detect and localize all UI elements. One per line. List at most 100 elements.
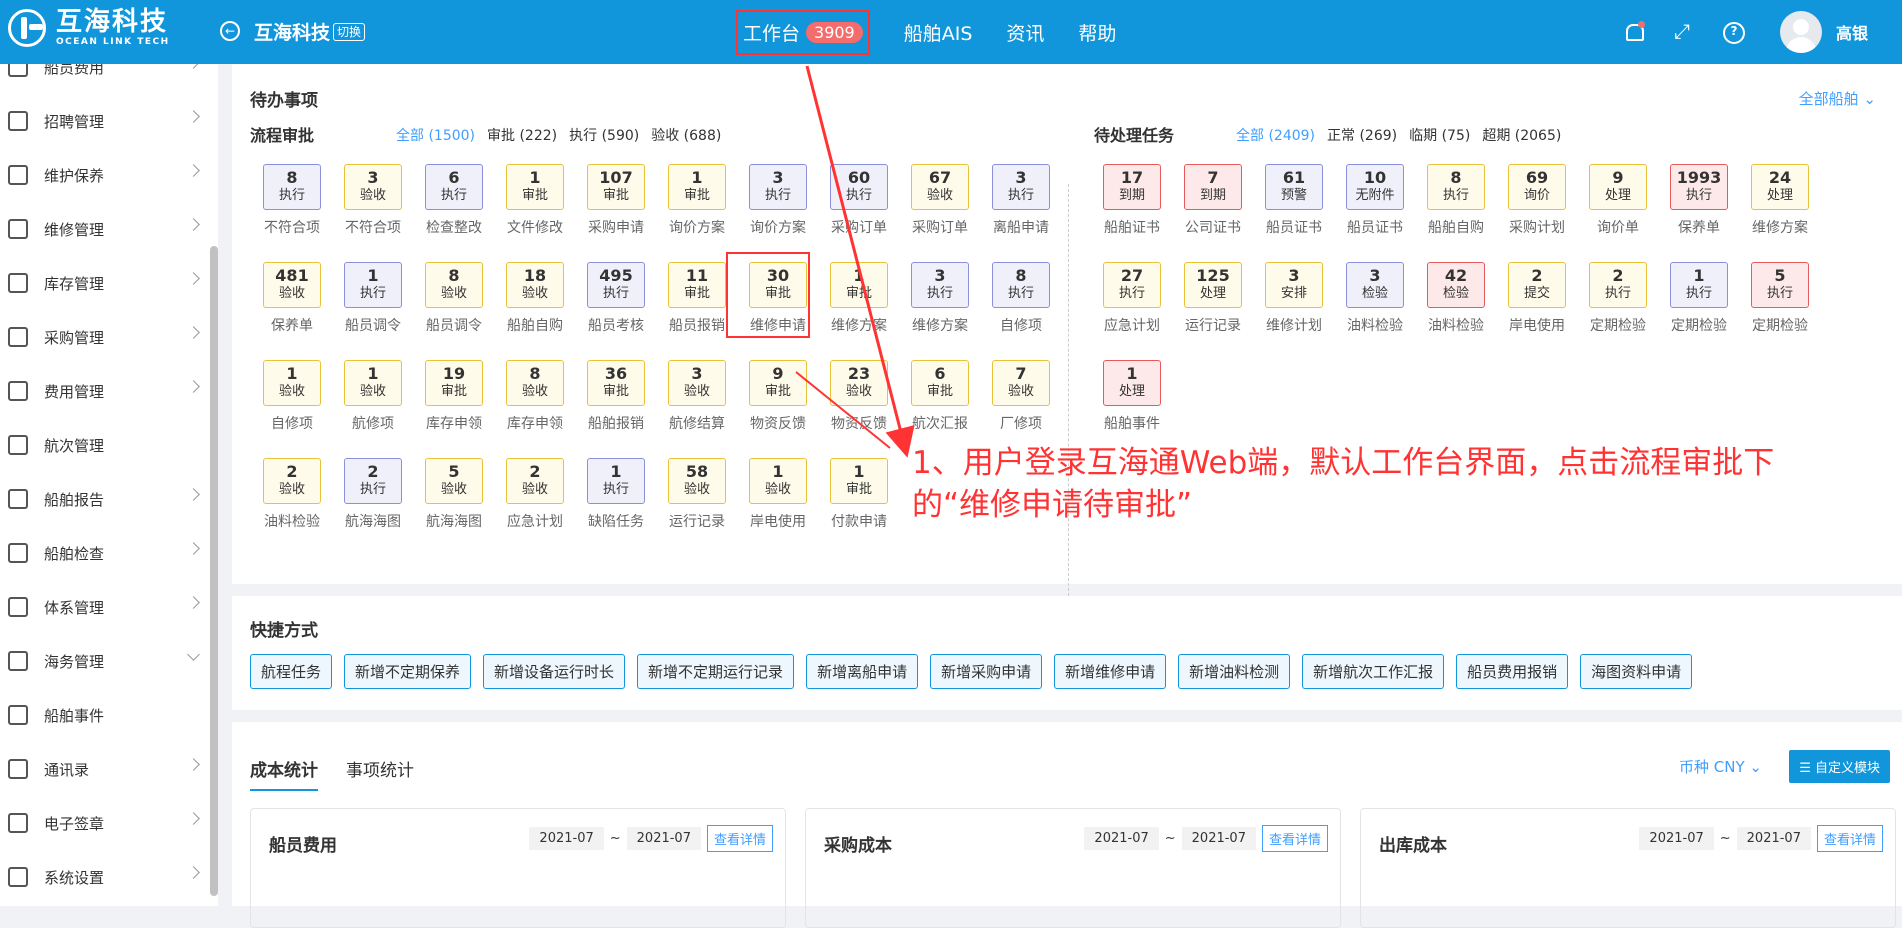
shortcut-button[interactable]: 新增离船申请	[806, 654, 919, 689]
todo-tile[interactable]: 67 验收 采购订单	[900, 164, 980, 262]
view-detail-button[interactable]: 查看详情	[1261, 825, 1328, 852]
todo-tile[interactable]: 3 验收 不符合项	[333, 164, 413, 262]
todo-tile[interactable]: 8 验收 船员调令	[414, 262, 494, 360]
date-from[interactable]: 2021-07	[1639, 827, 1714, 850]
sidebar-item[interactable]: 船舶报告	[0, 472, 210, 526]
todo-tile[interactable]: 36 审批 船舶报销	[576, 360, 656, 458]
todo-tile[interactable]: 1 审批 文件修改	[495, 164, 575, 262]
shortcut-button[interactable]: 新增维修申请	[1054, 654, 1167, 689]
view-detail-button[interactable]: 查看详情	[1816, 825, 1883, 852]
todo-tile[interactable]: 8 执行 不符合项	[252, 164, 332, 262]
sidebar-item[interactable]: 航次管理	[0, 418, 210, 472]
todo-tile[interactable]: 7 到期 公司证书	[1173, 164, 1253, 262]
sidebar-item[interactable]: 招聘管理	[0, 94, 210, 148]
todo-tile[interactable]: 1993 执行 保养单	[1659, 164, 1739, 262]
todo-tile[interactable]: 1 执行 船员调令	[333, 262, 413, 360]
switch-company-button[interactable]: 切换	[333, 23, 366, 41]
tab-cost-stats[interactable]: 成本统计	[250, 756, 318, 791]
todo-tile[interactable]: 2 执行 定期检验	[1578, 262, 1658, 360]
process-filter[interactable]: 执行 (590)	[569, 125, 639, 145]
avatar[interactable]	[1779, 11, 1822, 53]
shortcut-button[interactable]: 新增航次工作汇报	[1302, 654, 1445, 689]
todo-tile[interactable]: 495 执行 船员考核	[576, 262, 656, 360]
todo-tile[interactable]: 5 验收 航海海图	[414, 458, 494, 556]
todo-tile[interactable]: 2 验收 油料检验	[252, 458, 332, 556]
todo-tile[interactable]: 6 执行 检查整改	[414, 164, 494, 262]
todo-tile[interactable]: 61 预警 船员证书	[1254, 164, 1334, 262]
sidebar-item[interactable]: 系统设置	[0, 850, 210, 904]
user-name[interactable]: 高银	[1836, 20, 1868, 44]
view-detail-button[interactable]: 查看详情	[706, 825, 773, 852]
currency-select[interactable]: 币种 CNY ⌄	[1679, 756, 1762, 777]
todo-tile[interactable]: 3 安排 维修计划	[1254, 262, 1334, 360]
todo-tile[interactable]: 11 审批 船员报销	[657, 262, 737, 360]
task-filter[interactable]: 超期 (2065)	[1482, 125, 1561, 145]
todo-tile[interactable]: 19 审批 库存申领	[414, 360, 494, 458]
todo-tile[interactable]: 107 审批 采购申请	[576, 164, 656, 262]
process-filter[interactable]: 全部 (1500)	[396, 125, 475, 145]
todo-tile[interactable]: 1 审批 维修方案	[819, 262, 899, 360]
custom-module-button[interactable]: ☰ 自定义模块	[1789, 750, 1890, 783]
date-from[interactable]: 2021-07	[529, 827, 604, 850]
todo-tile[interactable]: 481 验收 保养单	[252, 262, 332, 360]
nav-news[interactable]: 资讯	[1006, 19, 1044, 46]
date-to[interactable]: 2021-07	[626, 827, 701, 850]
todo-tile[interactable]: 125 处理 运行记录	[1173, 262, 1253, 360]
todo-tile[interactable]: 5 执行 定期检验	[1740, 262, 1820, 360]
todo-tile[interactable]: 1 验收 航修项	[333, 360, 413, 458]
todo-tile[interactable]: 24 处理 维修方案	[1740, 164, 1820, 262]
todo-tile[interactable]: 10 无附件 船员证书	[1335, 164, 1415, 262]
todo-tile[interactable]: 1 验收 自修项	[252, 360, 332, 458]
shortcut-button[interactable]: 新增采购申请	[930, 654, 1043, 689]
todo-tile[interactable]: 60 执行 采购订单	[819, 164, 899, 262]
process-filter[interactable]: 审批 (222)	[487, 125, 557, 145]
shortcut-button[interactable]: 新增不定期保养	[344, 654, 472, 689]
todo-tile[interactable]: 58 验收 运行记录	[657, 458, 737, 556]
help-icon[interactable]	[1722, 21, 1745, 44]
sidebar-item[interactable]: 费用管理	[0, 364, 210, 418]
date-from[interactable]: 2021-07	[1084, 827, 1159, 850]
fullscreen-icon[interactable]	[1672, 19, 1694, 43]
sidebar-item[interactable]: 采购管理	[0, 310, 210, 364]
todo-tile[interactable]: 17 到期 船舶证书	[1092, 164, 1172, 262]
todo-tile[interactable]: 1 审批 付款申请	[819, 458, 899, 556]
sidebar-scrollbar[interactable]	[210, 246, 218, 896]
todo-tile[interactable]: 1 执行 定期检验	[1659, 262, 1739, 360]
todo-tile[interactable]: 1 审批 询价方案	[657, 164, 737, 262]
bell-icon[interactable]	[1622, 21, 1645, 43]
shortcut-button[interactable]: 新增设备运行时长	[483, 654, 626, 689]
todo-tile[interactable]: 1 执行 缺陷任务	[576, 458, 656, 556]
todo-tile[interactable]: 8 执行 船舶自购	[1416, 164, 1496, 262]
sidebar-item[interactable]: 船舶事件	[0, 688, 210, 742]
todo-tile[interactable]: 2 提交 岸电使用	[1497, 262, 1577, 360]
todo-tile[interactable]: 8 执行 自修项	[981, 262, 1061, 360]
task-filter[interactable]: 正常 (269)	[1327, 125, 1397, 145]
todo-tile[interactable]: 1 验收 岸电使用	[738, 458, 818, 556]
todo-tile[interactable]: 3 验收 航修结算	[657, 360, 737, 458]
todo-tile[interactable]: 27 执行 应急计划	[1092, 262, 1172, 360]
todo-tile[interactable]: 2 执行 航海海图	[333, 458, 413, 556]
sidebar-item[interactable]: 维修管理	[0, 202, 210, 256]
todo-tile[interactable]: 3 执行 询价方案	[738, 164, 818, 262]
sidebar-item[interactable]: 库存管理	[0, 256, 210, 310]
todo-tile[interactable]: 18 验收 船舶自购	[495, 262, 575, 360]
shortcut-button[interactable]: 新增油料检测	[1178, 654, 1291, 689]
sidebar-item[interactable]: 电子签章	[0, 796, 210, 850]
shortcut-button[interactable]: 船员费用报销	[1456, 654, 1569, 689]
todo-tile[interactable]: 9 审批 物资反馈	[738, 360, 818, 458]
shortcut-button[interactable]: 航程任务	[250, 654, 333, 689]
todo-tile[interactable]: 69 询价 采购计划	[1497, 164, 1577, 262]
sidebar-item[interactable]: 船舶检查	[0, 526, 210, 580]
todo-tile[interactable]: 23 验收 物资反馈	[819, 360, 899, 458]
todo-tile[interactable]: 2 验收 应急计划	[495, 458, 575, 556]
nav-workbench[interactable]: 工作台 3909	[736, 9, 870, 55]
sidebar-item[interactable]: 维护保养	[0, 148, 210, 202]
nav-help[interactable]: 帮助	[1078, 19, 1116, 46]
todo-tile[interactable]: 3 检验 油料检验	[1335, 262, 1415, 360]
todo-tile[interactable]: 3 执行 离船申请	[981, 164, 1061, 262]
sidebar-item[interactable]: 通讯录	[0, 742, 210, 796]
sidebar-item[interactable]: 海务管理	[0, 634, 210, 688]
todo-tile[interactable]: 42 检验 油料检验	[1416, 262, 1496, 360]
task-filter[interactable]: 全部 (2409)	[1236, 125, 1315, 145]
all-ships-dropdown[interactable]: 全部船舶 ⌄	[1799, 88, 1876, 109]
